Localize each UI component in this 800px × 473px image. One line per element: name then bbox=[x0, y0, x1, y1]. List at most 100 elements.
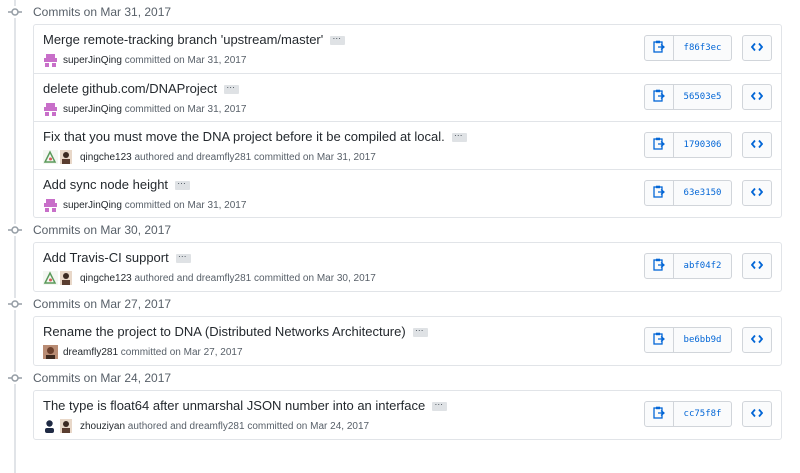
commit-meta-detail: committed on Mar 27, 2017 bbox=[118, 346, 243, 358]
code-icon bbox=[750, 186, 764, 200]
commit-sha-link[interactable]: be6bb9d bbox=[674, 327, 732, 353]
commit-row: The type is float64 after unmarshal JSON… bbox=[34, 391, 781, 439]
commit-sha-link[interactable]: 63e3150 bbox=[674, 180, 732, 206]
commit-sha-link[interactable]: 56503e5 bbox=[674, 84, 732, 110]
expand-description-button[interactable] bbox=[451, 127, 467, 142]
copy-sha-button[interactable] bbox=[644, 180, 674, 206]
commit-group: Commits on Mar 27, 2017 Rename the projec… bbox=[0, 292, 800, 366]
copy-sha-button[interactable] bbox=[644, 35, 674, 61]
browse-repository-button[interactable] bbox=[742, 401, 772, 427]
clipboard-icon bbox=[653, 40, 666, 56]
commit-meta: dreamfly281 committed on Mar 27, 2017 bbox=[43, 345, 243, 359]
commit-timeline: Commits on Mar 31, 2017 Merge remote-trac… bbox=[0, 0, 800, 440]
commit-title-row: delete github.com/DNAProject bbox=[43, 79, 240, 96]
commit-title-link[interactable]: The type is float64 after unmarshal JSON… bbox=[43, 398, 425, 413]
git-commit-icon bbox=[8, 372, 22, 384]
browse-repository-button[interactable] bbox=[742, 84, 772, 110]
author-link[interactable]: dreamfly281 bbox=[63, 347, 118, 358]
commit-row: Add Travis-CI support qingche123 authored… bbox=[34, 243, 781, 291]
commit-meta: superJinQing committed on Mar 31, 2017 bbox=[43, 102, 246, 116]
commit-list: Rename the project to DNA (Distributed N… bbox=[33, 316, 782, 366]
commit-title-row: Add Travis-CI support bbox=[43, 248, 191, 265]
commit-meta: superJinQing committed on Mar 31, 2017 bbox=[43, 198, 246, 212]
avatar[interactable] bbox=[43, 419, 58, 433]
expand-description-button[interactable] bbox=[412, 322, 428, 337]
browse-repository-button[interactable] bbox=[742, 253, 772, 279]
commit-group: Commits on Mar 31, 2017 Merge remote-trac… bbox=[0, 0, 800, 218]
git-commit-icon bbox=[8, 6, 22, 18]
author-link[interactable]: superJinQing bbox=[63, 104, 122, 115]
copy-sha-button[interactable] bbox=[644, 401, 674, 427]
avatar[interactable] bbox=[60, 271, 75, 285]
commit-title-link[interactable]: Merge remote-tracking branch 'upstream/m… bbox=[43, 32, 323, 47]
avatar[interactable] bbox=[43, 271, 58, 285]
commit-group-header: Commits on Mar 27, 2017 bbox=[0, 292, 800, 316]
author-link[interactable]: qingche123 bbox=[80, 152, 132, 163]
commit-title-row: The type is float64 after unmarshal JSON… bbox=[43, 396, 448, 413]
expand-description-button[interactable] bbox=[175, 248, 191, 263]
commit-meta: zhouziyan authored and dreamfly281 commi… bbox=[43, 419, 369, 433]
commit-group-header: Commits on Mar 31, 2017 bbox=[0, 0, 800, 24]
commit-title-link[interactable]: Add sync node height bbox=[43, 177, 168, 192]
commit-meta-detail: committed on Mar 31, 2017 bbox=[121, 199, 247, 211]
clipboard-icon bbox=[653, 137, 666, 153]
commit-meta: qingche123 authored and dreamfly281 comm… bbox=[43, 150, 376, 164]
browse-repository-button[interactable] bbox=[742, 327, 772, 353]
git-commit-icon bbox=[8, 298, 22, 310]
commit-title-link[interactable]: Fix that you must move the DNA project b… bbox=[43, 129, 445, 144]
avatar[interactable] bbox=[43, 345, 58, 359]
copy-sha-button[interactable] bbox=[644, 327, 674, 353]
copy-sha-button[interactable] bbox=[644, 253, 674, 279]
expand-description-button[interactable] bbox=[330, 30, 346, 45]
commit-meta-text: superJinQing committed on Mar 31, 2017 bbox=[63, 200, 246, 211]
avatar[interactable] bbox=[43, 53, 58, 67]
git-commit-icon bbox=[8, 224, 22, 236]
copy-sha-button[interactable] bbox=[644, 84, 674, 110]
avatar[interactable] bbox=[60, 419, 75, 433]
browse-repository-button[interactable] bbox=[742, 180, 772, 206]
expand-description-button[interactable] bbox=[432, 396, 448, 411]
commit-group: Commits on Mar 30, 2017 Add Travis-CI sup… bbox=[0, 218, 800, 292]
author-link[interactable]: superJinQing bbox=[63, 200, 122, 211]
code-icon bbox=[750, 407, 764, 421]
avatar[interactable] bbox=[60, 150, 75, 164]
commit-sha-link[interactable]: abf04f2 bbox=[674, 253, 732, 279]
commit-row: Add sync node height superJinQing committ… bbox=[34, 169, 781, 217]
commit-sha-group: 1790306 bbox=[644, 132, 732, 158]
commit-group-date: Commits on Mar 24, 2017 bbox=[33, 371, 172, 385]
author-link[interactable]: qingche123 bbox=[80, 273, 132, 284]
commit-sha-group: cc75f8f bbox=[644, 401, 732, 427]
commit-title-link[interactable]: Add Travis-CI support bbox=[43, 250, 169, 265]
avatar[interactable] bbox=[43, 102, 58, 116]
commit-meta-text: qingche123 authored and dreamfly281 comm… bbox=[80, 273, 376, 284]
commit-meta-detail: authored and dreamfly281 committed on Ma… bbox=[131, 272, 376, 284]
commit-meta-detail: committed on Mar 31, 2017 bbox=[121, 103, 247, 115]
expand-description-button[interactable] bbox=[175, 175, 191, 190]
commit-sha-link[interactable]: f86f3ec bbox=[674, 35, 732, 61]
commit-sha-link[interactable]: cc75f8f bbox=[674, 401, 732, 427]
avatar[interactable] bbox=[43, 150, 58, 164]
clipboard-icon bbox=[653, 89, 666, 105]
expand-description-button[interactable] bbox=[224, 79, 240, 94]
commit-title-row: Fix that you must move the DNA project b… bbox=[43, 127, 467, 144]
code-icon bbox=[750, 41, 764, 55]
commit-meta-text: qingche123 authored and dreamfly281 comm… bbox=[80, 152, 376, 163]
author-link[interactable]: zhouziyan bbox=[80, 421, 125, 432]
commit-title-link[interactable]: Rename the project to DNA (Distributed N… bbox=[43, 324, 406, 339]
clipboard-icon bbox=[653, 185, 666, 201]
commit-sha-link[interactable]: 1790306 bbox=[674, 132, 732, 158]
code-icon bbox=[750, 333, 764, 347]
commit-sha-group: 56503e5 bbox=[644, 84, 732, 110]
avatar[interactable] bbox=[43, 198, 58, 212]
code-icon bbox=[750, 90, 764, 104]
commit-meta-detail: committed on Mar 31, 2017 bbox=[121, 54, 247, 66]
browse-repository-button[interactable] bbox=[742, 132, 772, 158]
commit-title-link[interactable]: delete github.com/DNAProject bbox=[43, 81, 217, 96]
commit-row: Merge remote-tracking branch 'upstream/m… bbox=[34, 25, 781, 73]
browse-repository-button[interactable] bbox=[742, 35, 772, 61]
commit-sha-group: abf04f2 bbox=[644, 253, 732, 279]
copy-sha-button[interactable] bbox=[644, 132, 674, 158]
author-link[interactable]: superJinQing bbox=[63, 55, 122, 66]
commit-group: Commits on Mar 24, 2017 The type is float… bbox=[0, 366, 800, 440]
commit-meta-detail: authored and dreamfly281 committed on Ma… bbox=[131, 151, 376, 163]
